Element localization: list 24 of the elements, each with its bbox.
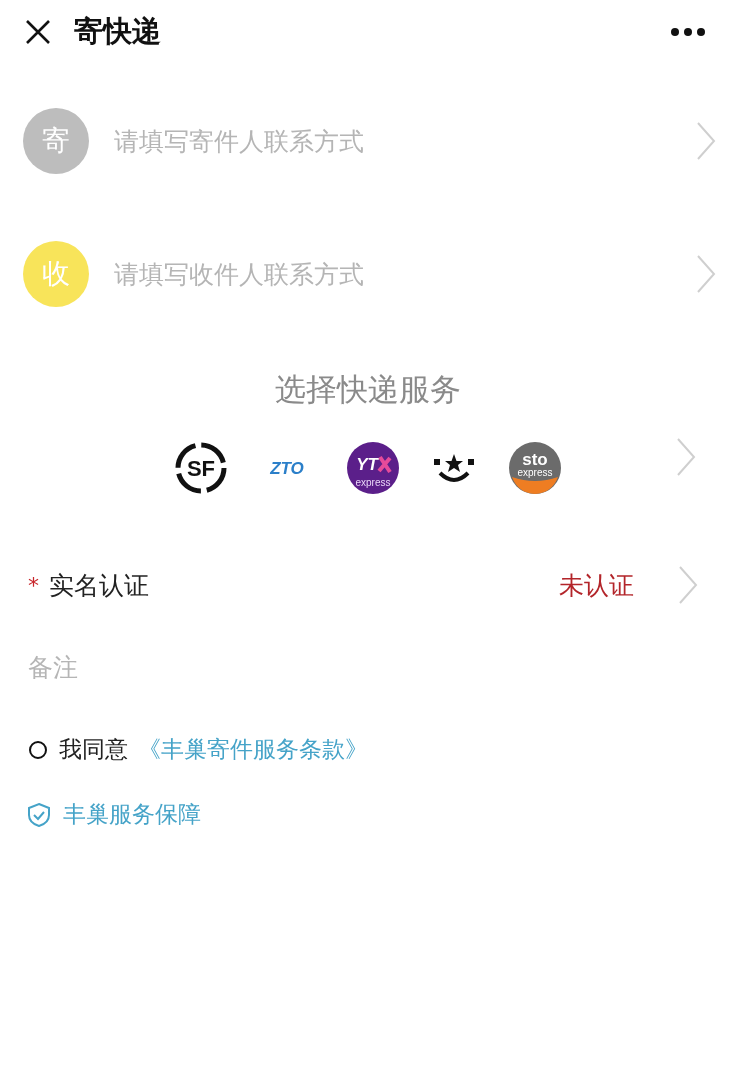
- contact-placeholder: 请填写收件人联系方式: [114, 258, 365, 291]
- page-title: 寄快递: [74, 13, 162, 50]
- close-icon[interactable]: [24, 18, 52, 46]
- carrier-logo[interactable]: SF: [174, 441, 228, 495]
- more-icon[interactable]: [670, 27, 706, 37]
- agree-checkbox[interactable]: [29, 740, 47, 759]
- agree-label: 我同意: [59, 735, 128, 764]
- verification-status: 未认证: [559, 569, 634, 602]
- shield-icon: [27, 801, 51, 828]
- verification-row[interactable]: * 实名认证 未认证: [28, 565, 698, 605]
- service-title: 选择快递服务: [275, 370, 461, 409]
- verification-label: 实名认证: [49, 569, 150, 602]
- required-mark: *: [28, 572, 39, 598]
- contact-placeholder: 请填写寄件人联系方式: [114, 125, 365, 158]
- chevron-icon: [696, 121, 716, 161]
- carrier-logo[interactable]: ZTO: [260, 456, 314, 480]
- contact-badge: 收: [23, 241, 89, 307]
- terms-link[interactable]: 《丰巢寄件服务条款》: [138, 734, 368, 765]
- contact-badge: 寄: [23, 108, 89, 174]
- carrier-logo[interactable]: YT express: [346, 441, 400, 495]
- chevron-icon: [678, 565, 698, 605]
- carrier-logo[interactable]: sto express: [508, 441, 562, 495]
- guarantee-link[interactable]: 丰巢服务保障: [63, 799, 201, 830]
- chevron-icon: [696, 254, 716, 294]
